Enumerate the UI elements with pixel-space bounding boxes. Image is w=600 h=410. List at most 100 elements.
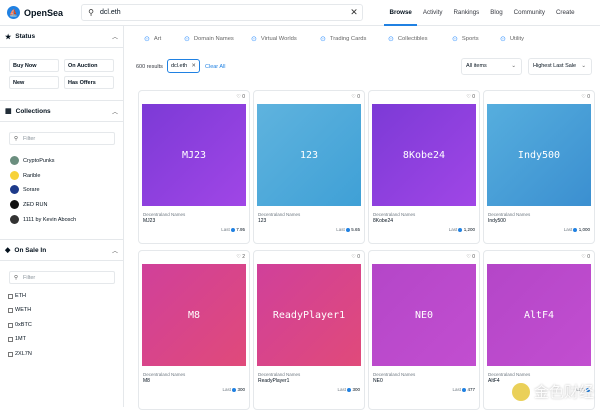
category-domain-names[interactable]: ⊙ Domain Names [184,34,234,44]
collection-name[interactable]: Decentraland Names [258,372,300,377]
nft-name[interactable]: ReadyPlayer1 [258,378,289,384]
collections-section-header[interactable]: ▦ Collections ︿ [0,100,124,122]
nft-card[interactable]: ♡ 2 M8 Decentraland Names M8 Last 300 [138,250,250,410]
collection-name[interactable]: Decentraland Names [488,372,530,377]
collection-item[interactable]: Sorare [10,184,40,195]
close-icon[interactable]: ✕ [191,60,196,72]
category-virtual-worlds[interactable]: ⊙ Virtual Worlds [251,34,297,44]
nft-image[interactable]: AltF4 [487,264,591,366]
checkbox[interactable] [8,307,13,313]
search-value[interactable]: dcl.eth [100,9,346,16]
category-art[interactable]: ⊙ Art [144,34,161,44]
last-sale: Last 1,000 [563,227,590,232]
collection-name[interactable]: Decentraland Names [488,212,530,217]
checkbox[interactable] [8,351,13,357]
logo[interactable]: ⛵ OpenSea [7,6,63,19]
nft-card[interactable]: ♡ 0 Indy500 Decentraland Names Indy500 Last … [483,90,595,244]
search-icon: ⚲ [14,275,19,281]
nav-community[interactable]: Community [508,0,550,26]
nav-activity[interactable]: Activity [417,0,448,26]
nft-card[interactable]: ♡ 0 MJ23 Decentraland Names MJ23 Last 7.95 [138,90,250,244]
currency-filter-input[interactable]: ⚲ Filter [9,271,115,284]
favorite-count[interactable]: ♡ 0 [351,94,360,100]
nav-blog[interactable]: Blog [485,0,508,26]
search-input[interactable]: ⚲ dcl.eth ✕ [81,4,363,21]
favorite-count[interactable]: ♡ 0 [581,254,590,260]
chevron-up-icon[interactable]: ︿ [112,107,118,116]
active-filter-chip[interactable]: dcl.eth ✕ [167,59,200,73]
avatar [10,156,19,165]
collection-item[interactable]: Rarible [10,170,40,181]
favorite-count[interactable]: ♡ 2 [236,254,245,260]
items-filter-select[interactable]: All items ⌄ [461,58,522,75]
nft-name[interactable]: NE0 [373,378,383,384]
collection-name[interactable]: Decentraland Names [143,372,185,377]
favorite-count[interactable]: ♡ 0 [581,94,590,100]
opensea-logo-icon: ⛵ [7,6,20,19]
nft-image[interactable]: M8 [142,264,246,366]
category-utility[interactable]: ⊙ Utility [500,34,524,44]
checkbox[interactable] [8,336,13,342]
nft-image[interactable]: NE0 [372,264,476,366]
globe-icon: ⊙ [251,36,257,43]
nft-name[interactable]: AltF4 [488,378,500,384]
clear-all-link[interactable]: Clear All [205,64,225,70]
has-offers-button[interactable]: Has Offers [64,76,114,89]
on-sale-section-header[interactable]: ◆ On Sale In ︿ [0,239,124,261]
currency-checkbox[interactable]: WETH [8,307,31,313]
collection-item[interactable]: ZED RUN [10,199,47,210]
eth-icon [458,227,463,232]
on-auction-button[interactable]: On Auction [64,59,114,72]
nft-name[interactable]: MJ23 [143,218,155,224]
nft-card[interactable]: ♡ 0 NE0 Decentraland Names NE0 Last 477 [368,250,480,410]
close-icon[interactable]: ✕ [346,7,362,18]
nft-image-title: M8 [187,309,201,321]
checkbox[interactable] [8,322,13,328]
currency-checkbox[interactable]: 2XL7N [8,351,32,357]
favorite-count[interactable]: ♡ 0 [236,94,245,100]
collection-name[interactable]: Decentraland Names [373,372,415,377]
collection-item[interactable]: 1111 by Kevin Abosch [10,214,76,225]
currency-checkbox[interactable]: 1MT [8,336,26,342]
watermark-logo-icon [511,382,530,401]
utility-icon: ⊙ [500,36,506,43]
nft-card[interactable]: ♡ 0 ReadyPlayer1 Decentraland Names ReadyPl… [253,250,365,410]
nav-create[interactable]: Create [550,0,580,26]
nft-image[interactable]: ReadyPlayer1 [257,264,361,366]
currency-checkbox[interactable]: ETH [8,293,26,299]
collection-name[interactable]: Decentraland Names [258,212,300,217]
new-button[interactable]: New [9,76,59,89]
category-collectibles[interactable]: ⊙ Collectibles [388,34,428,44]
collection-item[interactable]: CryptoPunks [10,155,55,166]
status-section-header[interactable]: ★ Status ︿ [0,26,124,48]
chevron-down-icon: ⌄ [511,63,516,69]
top-bar: ⛵ OpenSea ⚲ dcl.eth ✕ Browse Activity Ra… [0,0,600,26]
checkbox[interactable] [8,293,13,299]
ball-icon: ⊙ [452,36,458,43]
nav-rankings[interactable]: Rankings [448,0,485,26]
collection-name[interactable]: Decentraland Names [143,212,185,217]
nft-image[interactable]: Indy500 [487,104,591,206]
category-trading-cards[interactable]: ⊙ Trading Cards [320,34,366,44]
nft-name[interactable]: M8 [143,378,150,384]
chevron-up-icon[interactable]: ︿ [112,32,118,41]
currency-checkbox[interactable]: 0xBTC [8,322,32,328]
nft-name[interactable]: Indy500 [488,218,506,224]
nav-browse[interactable]: Browse [384,0,418,26]
nft-image[interactable]: MJ23 [142,104,246,206]
nft-image[interactable]: 123 [257,104,361,206]
collections-filter-input[interactable]: ⚲ Filter [9,132,115,145]
nft-image[interactable]: 8Kobe24 [372,104,476,206]
collection-name[interactable]: Decentraland Names [373,212,415,217]
nft-name[interactable]: 123 [258,218,266,224]
buy-now-button[interactable]: Buy Now [9,59,59,72]
nft-card[interactable]: ♡ 0 123 Decentraland Names 123 Last 5.65 [253,90,365,244]
nft-card[interactable]: ♡ 0 8Kobe24 Decentraland Names 8Kobe24 Last … [368,90,480,244]
category-sports[interactable]: ⊙ Sports [452,34,479,44]
favorite-count[interactable]: ♡ 0 [351,254,360,260]
chevron-up-icon[interactable]: ︿ [112,246,118,255]
favorite-count[interactable]: ♡ 0 [466,254,475,260]
favorite-count[interactable]: ♡ 0 [466,94,475,100]
sort-select[interactable]: Highest Last Sale ⌄ [528,58,592,75]
nft-name[interactable]: 8Kobe24 [373,218,393,224]
